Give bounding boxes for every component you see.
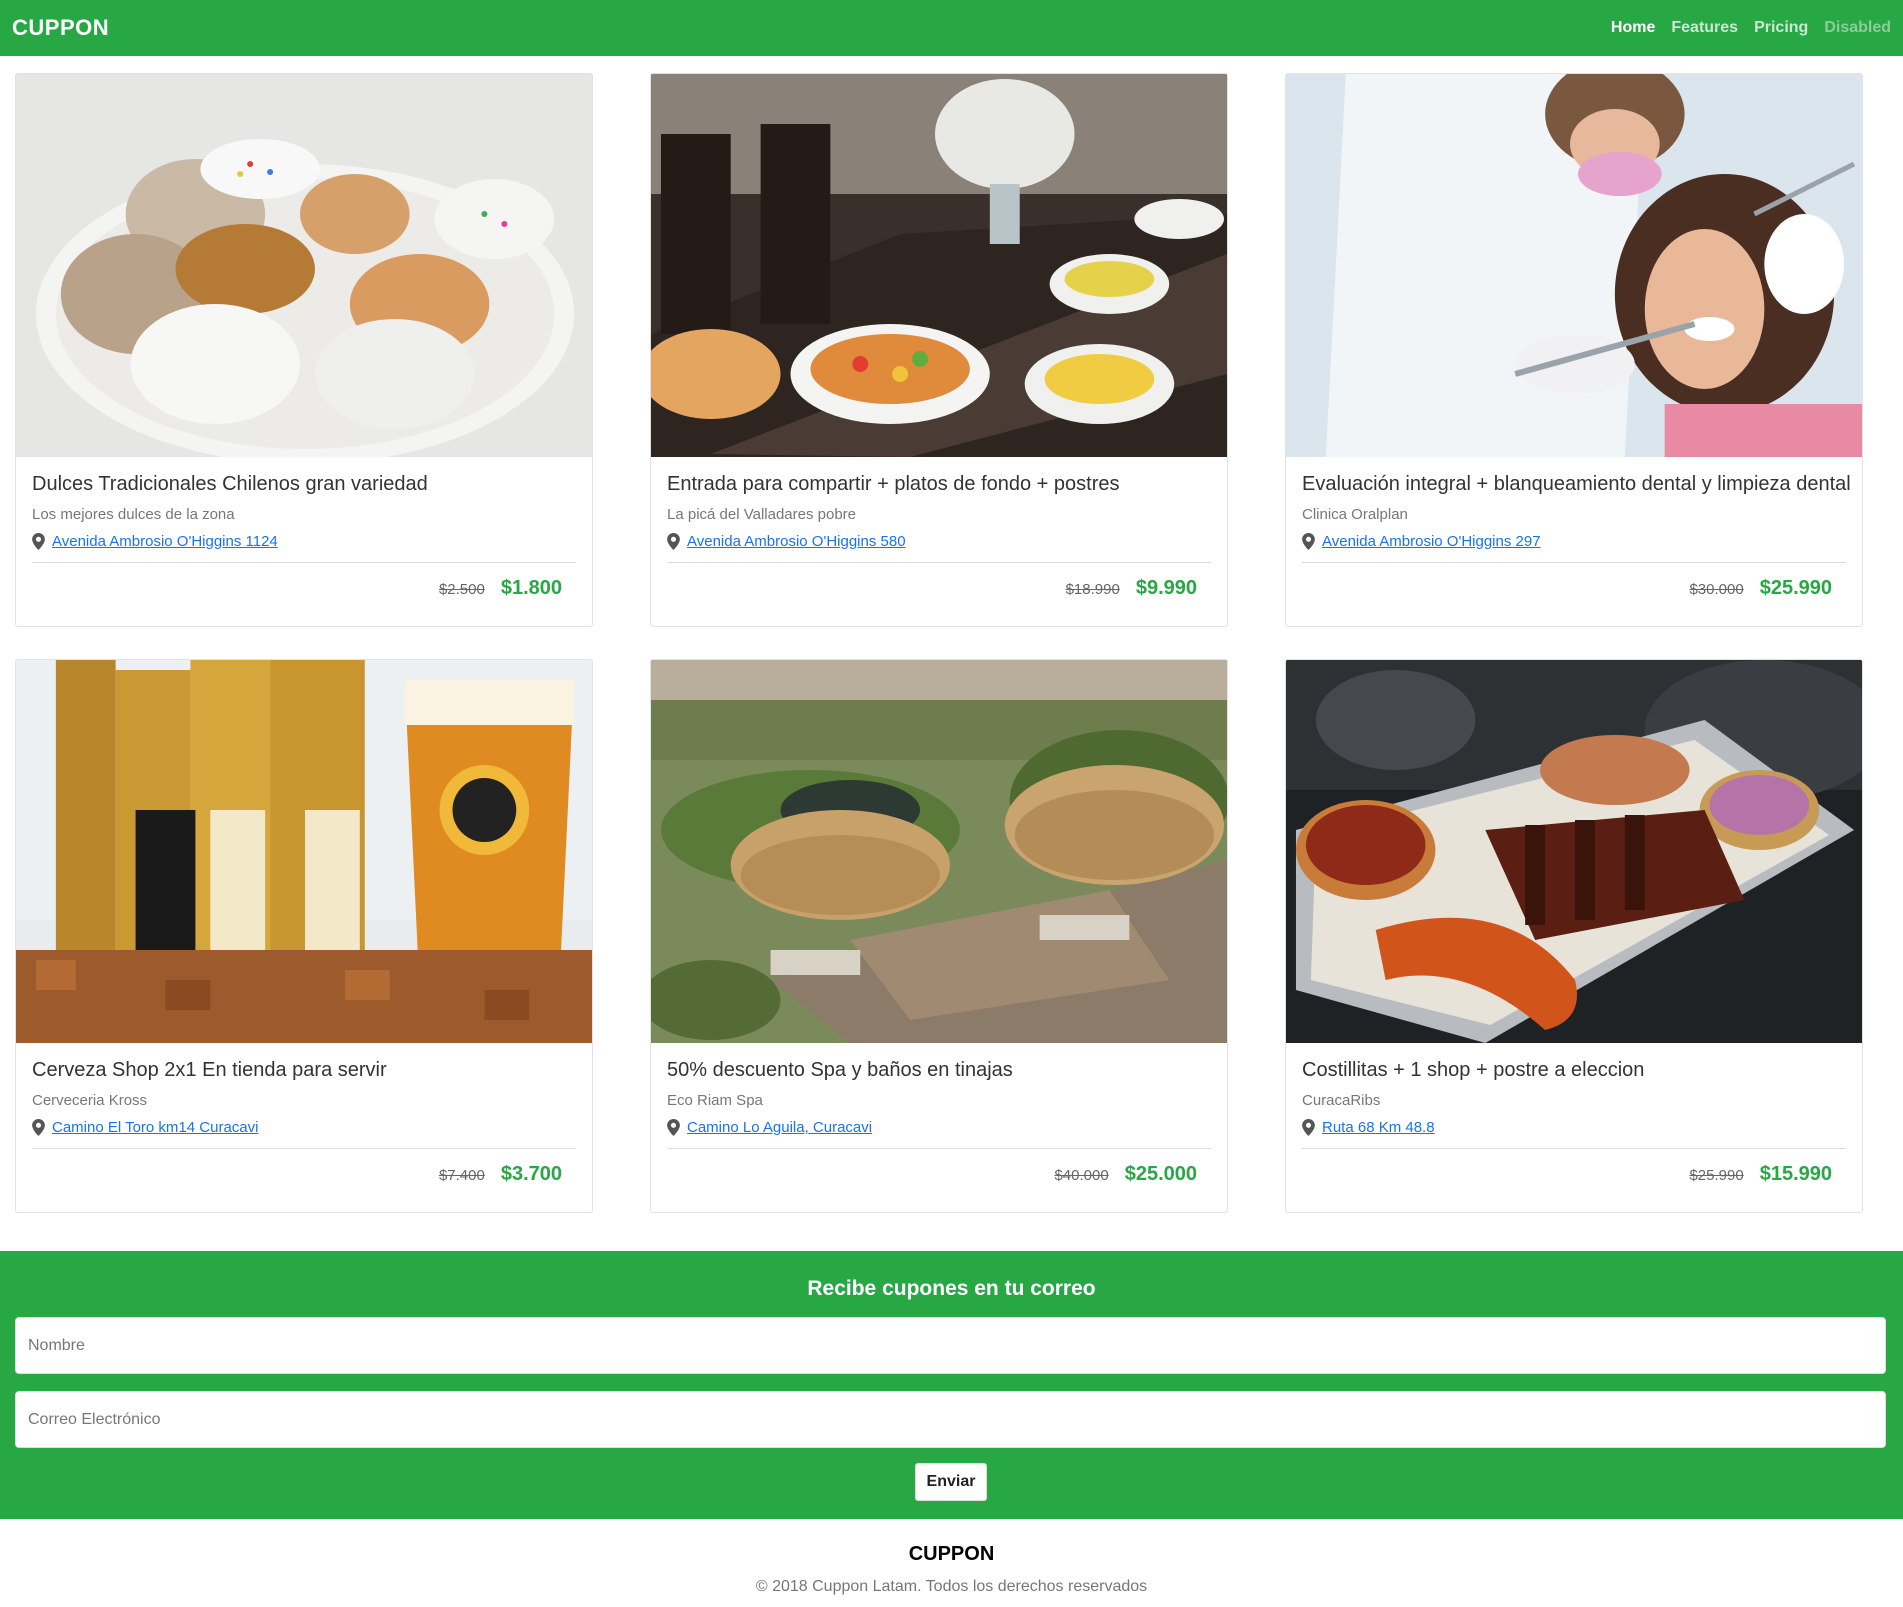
coupon-card[interactable]: Dulces Tradicionales Chilenos gran varie… [15, 73, 593, 627]
coupon-card[interactable]: 50% descuento Spa y baños en tinajas Eco… [650, 659, 1228, 1213]
new-price: $25.990 [1759, 577, 1832, 599]
card-divider [32, 1148, 576, 1149]
price-row: $7.400 $3.700 [32, 1163, 576, 1186]
card-subtitle: Eco Riam Spa [667, 1092, 763, 1109]
old-price: $18.990 [1065, 581, 1120, 598]
card-address: Avenida Ambrosio O'Higgins 1124 [32, 533, 576, 550]
coupon-card[interactable]: Costillitas + 1 shop + postre a eleccion… [1285, 659, 1863, 1213]
price-row: $30.000 $25.990 [1302, 577, 1846, 600]
coupon-card[interactable]: Evaluación integral + blanqueamiento den… [1285, 73, 1863, 627]
card-title: Entrada para compartir + platos de fondo… [667, 473, 1120, 495]
card-title: Evaluación integral + blanqueamiento den… [1302, 473, 1851, 495]
card-divider [1302, 1148, 1846, 1149]
page-footer: CUPPON © 2018 Cuppon Latam. Todos los de… [0, 1519, 1903, 1607]
nav-link-home[interactable]: Home [1611, 19, 1655, 37]
card-address: Avenida Ambrosio O'Higgins 580 [667, 533, 1211, 550]
top-navbar: CUPPON Home Features Pricing Disabled [0, 0, 1903, 56]
nav-link-features[interactable]: Features [1671, 19, 1738, 37]
email-input[interactable] [15, 1391, 1886, 1448]
card-image-dentist[interactable] [1286, 74, 1862, 457]
old-price: $2.500 [438, 581, 485, 598]
card-address: Avenida Ambrosio O'Higgins 297 [1302, 533, 1846, 550]
card-subtitle: CuracaRibs [1302, 1092, 1381, 1109]
card-divider [1302, 562, 1846, 563]
nav-link-disabled: Disabled [1824, 19, 1891, 36]
card-title: 50% descuento Spa y baños en tinajas [667, 1059, 1013, 1081]
map-pin-icon [1302, 533, 1315, 550]
card-title: Costillitas + 1 shop + postre a eleccion [1302, 1059, 1645, 1081]
card-image-bbq[interactable] [1286, 660, 1862, 1043]
map-pin-icon [1302, 1119, 1315, 1136]
footer-brand: CUPPON [908, 1543, 995, 1565]
coupon-grid: Dulces Tradicionales Chilenos gran varie… [0, 56, 1903, 1251]
card-subtitle: Cerveceria Kross [32, 1092, 148, 1109]
price-row: $18.990 $9.990 [667, 577, 1211, 600]
name-input[interactable] [15, 1317, 1886, 1374]
new-price: $15.990 [1759, 1163, 1832, 1185]
card-subtitle: La picá del Valladares pobre [667, 506, 857, 523]
card-body: Dulces Tradicionales Chilenos gran varie… [32, 457, 576, 600]
map-pin-icon [32, 1119, 45, 1136]
card-image-beer[interactable] [16, 660, 592, 1043]
address-link[interactable]: Avenida Ambrosio O'Higgins 297 [1322, 533, 1541, 550]
coupon-card[interactable]: Cerveza Shop 2x1 En tienda para servir C… [15, 659, 593, 1213]
price-row: $25.990 $15.990 [1302, 1163, 1846, 1186]
card-body: 50% descuento Spa y baños en tinajas Eco… [667, 1043, 1211, 1186]
price-row: $40.000 $25.000 [667, 1163, 1211, 1186]
map-pin-icon [667, 1119, 680, 1136]
card-divider [667, 562, 1211, 563]
address-link[interactable]: Ruta 68 Km 48.8 [1322, 1119, 1435, 1136]
card-body: Cerveza Shop 2x1 En tienda para servir C… [32, 1043, 576, 1186]
card-subtitle: Clinica Oralplan [1302, 506, 1408, 523]
card-subtitle: Los mejores dulces de la zona [32, 506, 235, 523]
card-body: Costillitas + 1 shop + postre a eleccion… [1302, 1043, 1846, 1186]
nav-link-pricing[interactable]: Pricing [1754, 19, 1808, 37]
footer-copyright: © 2018 Cuppon Latam. Todos los derechos … [755, 1578, 1148, 1595]
old-price: $7.400 [438, 1167, 485, 1184]
map-pin-icon [667, 533, 680, 550]
card-body: Entrada para compartir + platos de fondo… [667, 457, 1211, 600]
old-price: $25.990 [1689, 1167, 1744, 1184]
send-button[interactable]: Enviar [915, 1463, 987, 1501]
coupon-card[interactable]: Entrada para compartir + platos de fondo… [650, 73, 1228, 627]
card-address: Camino El Toro km14 Curacavi [32, 1119, 576, 1136]
new-price: $9.990 [1135, 577, 1197, 599]
newsletter-title: Recibe cupones en tu correo [807, 1277, 1096, 1300]
card-image-restaurant[interactable] [651, 74, 1227, 457]
card-divider [32, 562, 576, 563]
card-address: Ruta 68 Km 48.8 [1302, 1119, 1846, 1136]
map-pin-icon [32, 533, 45, 550]
address-link[interactable]: Camino El Toro km14 Curacavi [52, 1119, 258, 1136]
new-price: $3.700 [500, 1163, 562, 1185]
address-link[interactable]: Avenida Ambrosio O'Higgins 1124 [52, 533, 278, 550]
new-price: $1.800 [500, 577, 562, 599]
card-image-spa[interactable] [651, 660, 1227, 1043]
address-link[interactable]: Camino Lo Aguila, Curacavi [687, 1119, 872, 1136]
old-price: $30.000 [1689, 581, 1744, 598]
card-title: Dulces Tradicionales Chilenos gran varie… [32, 473, 428, 495]
card-address: Camino Lo Aguila, Curacavi [667, 1119, 1211, 1136]
newsletter-section: Recibe cupones en tu correo Enviar [0, 1251, 1903, 1519]
card-divider [667, 1148, 1211, 1149]
card-image-pastries[interactable] [16, 74, 592, 457]
nav-links: Home Features Pricing Disabled [1611, 19, 1891, 37]
brand-logo[interactable]: CUPPON [12, 15, 109, 41]
card-title: Cerveza Shop 2x1 En tienda para servir [32, 1059, 387, 1081]
new-price: $25.000 [1124, 1163, 1197, 1185]
card-body: Evaluación integral + blanqueamiento den… [1302, 457, 1851, 600]
price-row: $2.500 $1.800 [32, 577, 576, 600]
old-price: $40.000 [1054, 1167, 1109, 1184]
address-link[interactable]: Avenida Ambrosio O'Higgins 580 [687, 533, 906, 550]
